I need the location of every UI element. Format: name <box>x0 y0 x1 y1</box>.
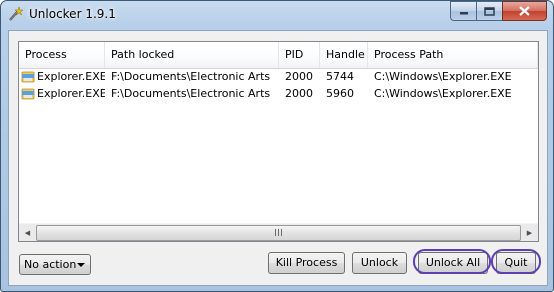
action-dropdown[interactable]: No action <box>19 254 91 275</box>
list-rows: Explorer.EXE F:\Documents\Electronic Art… <box>19 68 538 102</box>
handle-cell: 5960 <box>326 87 354 100</box>
minimize-button[interactable] <box>450 1 476 21</box>
arrow-right-icon: ▶ <box>526 228 533 237</box>
process-cell: Explorer.EXE <box>19 68 105 85</box>
column-header-handle[interactable]: Handle <box>320 42 368 68</box>
window-controls <box>450 1 547 21</box>
title-bar[interactable]: Unlocker 1.9.1 <box>1 1 553 28</box>
handle-cell: 5744 <box>326 70 354 83</box>
scrollbar-thumb[interactable] <box>36 225 521 241</box>
chevron-down-icon <box>77 263 85 267</box>
maximize-icon <box>484 6 495 16</box>
process-path-cell: C:\Windows\Explorer.EXE <box>374 70 512 83</box>
action-dropdown-value: No action <box>24 258 77 271</box>
process-path-cell: C:\Windows\Explorer.EXE <box>374 87 512 100</box>
locking-handles-list[interactable]: Process Path locked PID Handle Process P… <box>18 41 539 242</box>
process-name: Explorer.EXE <box>37 87 105 100</box>
pid-cell: 2000 <box>285 87 313 100</box>
maximize-button[interactable] <box>476 1 502 21</box>
list-header: Process Path locked PID Handle Process P… <box>19 42 538 69</box>
column-header-path-locked[interactable]: Path locked <box>105 42 279 68</box>
minimize-icon <box>459 12 468 15</box>
scroll-left-button[interactable]: ◀ <box>19 224 36 241</box>
table-row[interactable]: Explorer.EXE F:\Documents\Electronic Art… <box>19 68 538 85</box>
kill-process-button[interactable]: Kill Process <box>268 252 345 274</box>
arrow-left-icon: ◀ <box>24 228 31 237</box>
horizontal-scrollbar[interactable]: ◀ ▶ <box>19 223 538 241</box>
path-locked-cell: F:\Documents\Electronic Arts <box>111 87 271 100</box>
unlock-all-button[interactable]: Unlock All <box>418 252 488 274</box>
quit-button[interactable]: Quit <box>496 252 536 274</box>
explorer-folder-icon <box>21 88 35 100</box>
process-name: Explorer.EXE <box>37 70 105 83</box>
dialog-body: Process Path locked PID Handle Process P… <box>8 30 548 286</box>
table-row[interactable]: Explorer.EXE F:\Documents\Electronic Art… <box>19 85 538 102</box>
window-title: Unlocker 1.9.1 <box>29 7 116 21</box>
explorer-folder-icon <box>21 71 35 83</box>
column-header-process-path[interactable]: Process Path <box>368 42 538 68</box>
close-button[interactable] <box>502 1 547 21</box>
column-header-process[interactable]: Process <box>19 42 105 68</box>
process-cell: Explorer.EXE <box>19 85 105 102</box>
close-icon <box>519 6 530 16</box>
grip-icon <box>274 229 284 236</box>
pid-cell: 2000 <box>285 70 313 83</box>
column-header-pid[interactable]: PID <box>279 42 320 68</box>
magic-wand-icon <box>9 6 23 21</box>
scroll-right-button[interactable]: ▶ <box>521 224 538 241</box>
path-locked-cell: F:\Documents\Electronic Arts <box>111 70 271 83</box>
unlocker-window: Unlocker 1.9.1 Process Path locked PID H… <box>0 0 554 292</box>
unlock-button[interactable]: Unlock <box>352 252 407 274</box>
